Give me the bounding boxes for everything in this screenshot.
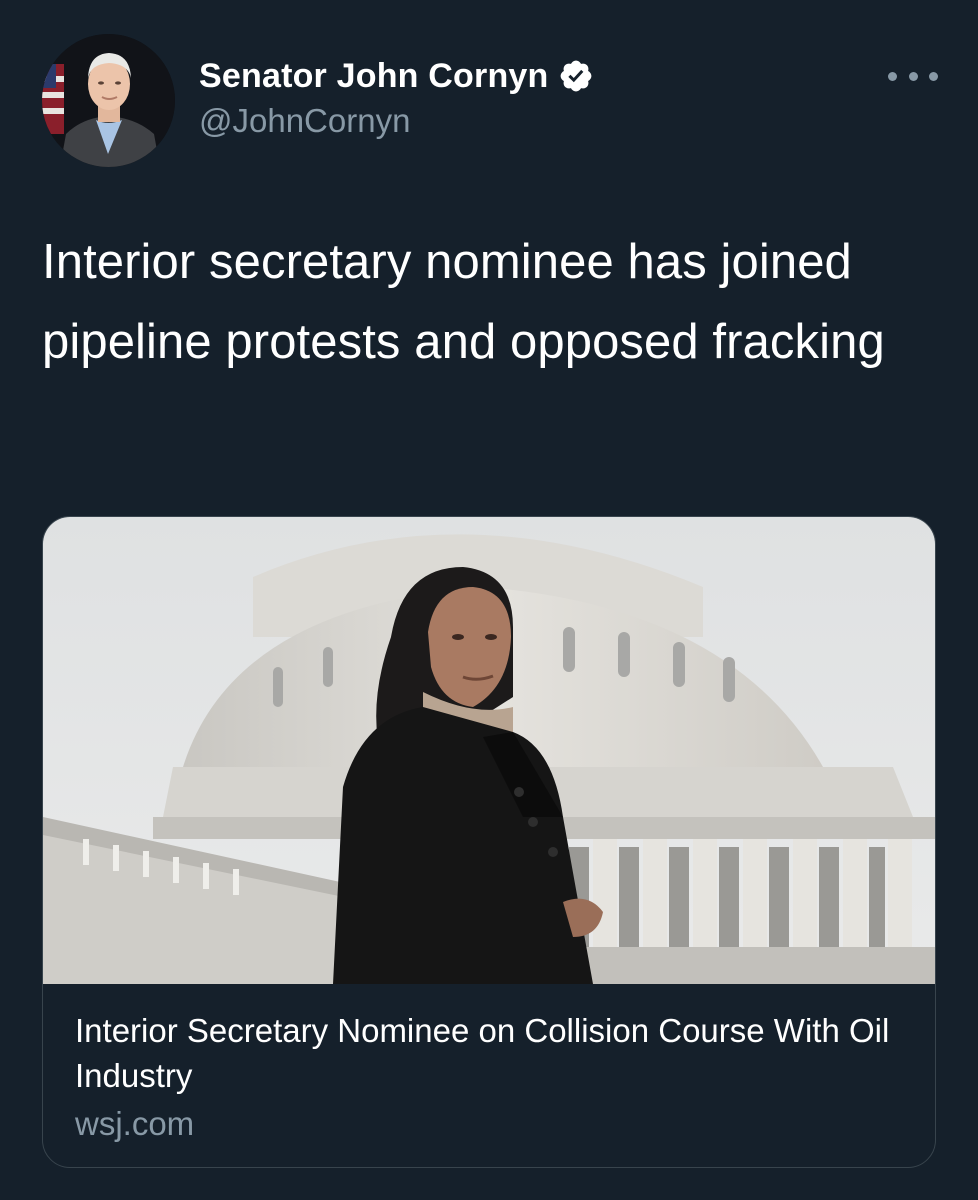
tweet-view: Senator John Cornyn @JohnCornyn Interior… <box>0 0 978 1200</box>
dot <box>929 71 938 81</box>
card-title[interactable]: Interior Secretary Nominee on Collision … <box>75 1008 905 1098</box>
avatar[interactable] <box>42 34 175 167</box>
more-options-icon[interactable] <box>888 64 938 88</box>
dot <box>908 71 918 81</box>
tweet-text: Interior secretary nominee has joined pi… <box>42 235 885 369</box>
dot <box>888 71 897 81</box>
card-text: Interior Secretary Nominee on Collision … <box>75 1008 905 1146</box>
article-image[interactable] <box>43 517 935 984</box>
author-handle[interactable]: @JohnCornyn <box>199 102 594 140</box>
link-card[interactable]: Interior Secretary Nominee on Collision … <box>42 516 936 1168</box>
verified-badge-icon <box>558 58 594 94</box>
article-photo-icon <box>43 517 935 984</box>
tweet-author[interactable]: Senator John Cornyn @JohnCornyn <box>199 52 594 140</box>
card-domain: wsj.com <box>75 1105 195 1142</box>
profile-photo-icon <box>42 34 175 167</box>
author-display-name[interactable]: Senator John Cornyn <box>199 57 549 96</box>
author-name-row: Senator John Cornyn <box>199 52 594 100</box>
